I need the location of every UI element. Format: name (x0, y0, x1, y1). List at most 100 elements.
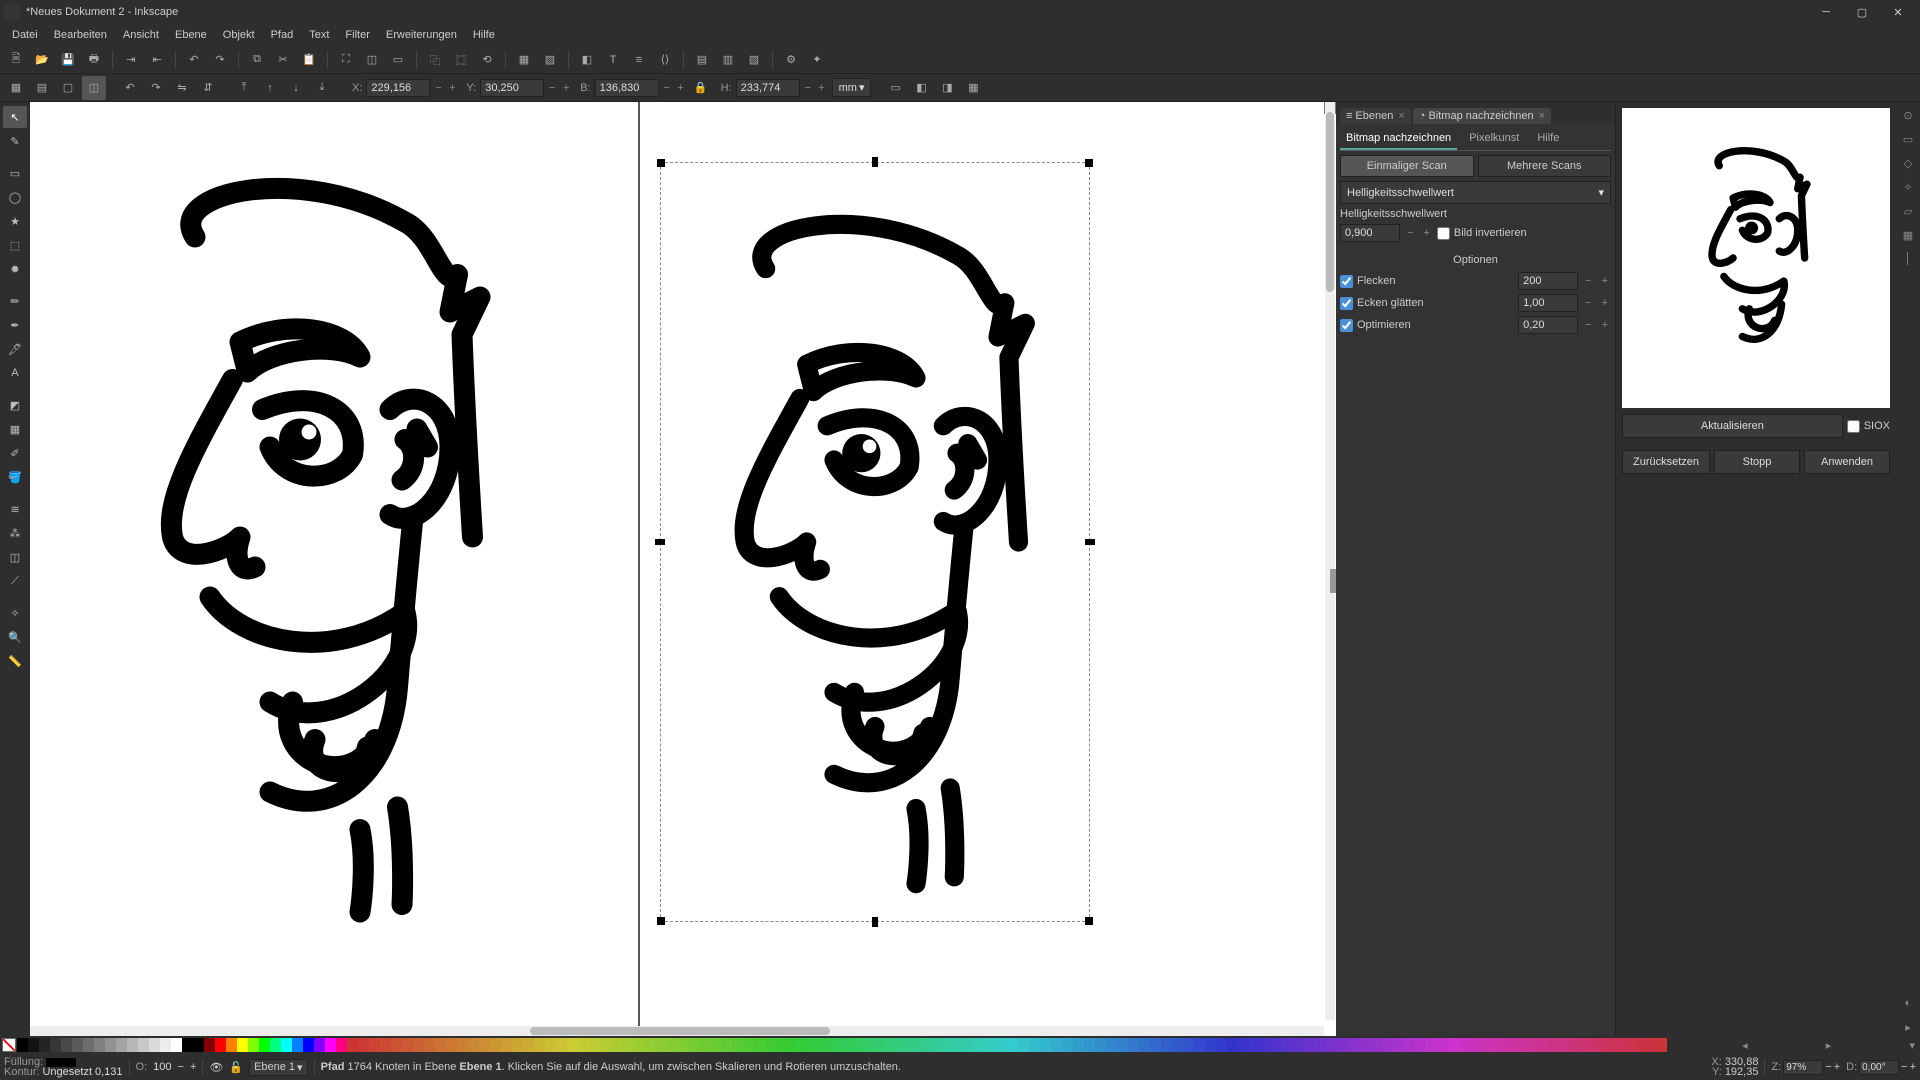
calligraphy-tool-icon[interactable]: 🖊 (3, 338, 27, 360)
color-swatch[interactable] (1051, 1038, 1062, 1052)
open-icon[interactable]: 📂 (30, 48, 54, 72)
tab-trace-bitmap[interactable]: Bitmap nachzeichnen (1340, 128, 1457, 150)
color-swatch[interactable] (105, 1038, 116, 1052)
scale-stroke-icon[interactable]: ▭ (883, 76, 907, 100)
smooth-input[interactable]: 1,00 (1518, 294, 1578, 312)
menu-edit[interactable]: Bearbeiten (46, 26, 115, 44)
update-button[interactable]: Aktualisieren (1622, 414, 1843, 438)
threshold-input[interactable]: 0,900 (1340, 224, 1400, 242)
color-swatch[interactable] (17, 1038, 28, 1052)
color-swatch[interactable] (1524, 1038, 1535, 1052)
y-input[interactable]: 30,250 (480, 79, 544, 97)
color-swatch[interactable] (1260, 1038, 1271, 1052)
threshold-plus[interactable]: + (1420, 227, 1432, 239)
rotate-ccw-icon[interactable]: ↶ (118, 76, 142, 100)
color-swatch[interactable] (820, 1038, 831, 1052)
color-swatch[interactable] (666, 1038, 677, 1052)
spiral-tool-icon[interactable]: ✹ (3, 258, 27, 280)
color-swatch[interactable] (1381, 1038, 1392, 1052)
palette-right-icon[interactable]: ▸ (1823, 1039, 1835, 1052)
maximize-button[interactable]: ▢ (1844, 1, 1880, 23)
color-swatch[interactable] (1623, 1038, 1634, 1052)
selector-tool-icon[interactable]: ↖ (3, 106, 27, 128)
color-swatch[interactable] (1337, 1038, 1348, 1052)
menu-extensions[interactable]: Erweiterungen (378, 26, 465, 44)
color-swatch[interactable] (699, 1038, 710, 1052)
color-swatch[interactable] (677, 1038, 688, 1052)
stroke-value[interactable]: Ungesetzt (42, 1067, 92, 1077)
text-dialog-icon[interactable]: T (601, 48, 625, 72)
transform-dialog-icon[interactable]: ▥ (716, 48, 740, 72)
subtab-single-scan[interactable]: Einmaliger Scan (1340, 155, 1474, 177)
color-swatch[interactable] (391, 1038, 402, 1052)
snap-node-icon[interactable]: ◇ (1899, 154, 1917, 172)
color-swatch[interactable] (281, 1038, 292, 1052)
group-icon[interactable]: ▦ (512, 48, 536, 72)
zoom-tool-icon[interactable]: 🔍 (3, 626, 27, 648)
smooth-minus[interactable]: − (1582, 297, 1594, 309)
duplicate-icon[interactable]: ⿻ (423, 48, 447, 72)
stop-button[interactable]: Stopp (1714, 450, 1800, 474)
color-swatch[interactable] (193, 1038, 204, 1052)
subtab-multi-scan[interactable]: Mehrere Scans (1478, 155, 1612, 177)
color-swatch[interactable] (1458, 1038, 1469, 1052)
color-swatch[interactable] (875, 1038, 886, 1052)
zoom-draw-icon[interactable]: ◫ (360, 48, 384, 72)
x-minus[interactable]: − (432, 82, 444, 94)
node-tool-icon[interactable]: ✎ (3, 130, 27, 152)
original-image[interactable] (90, 142, 540, 932)
color-swatch[interactable] (1601, 1038, 1612, 1052)
color-swatch[interactable] (1271, 1038, 1282, 1052)
minimize-button[interactable]: ─ (1808, 1, 1844, 23)
color-swatch[interactable] (1480, 1038, 1491, 1052)
color-swatch[interactable] (1469, 1038, 1480, 1052)
rect-tool-icon[interactable]: ▭ (3, 162, 27, 184)
color-swatch[interactable] (600, 1038, 611, 1052)
zoom-page-icon[interactable]: ▭ (386, 48, 410, 72)
y-minus[interactable]: − (546, 82, 558, 94)
smooth-checkbox[interactable] (1340, 297, 1353, 310)
sel-handle-tm[interactable] (872, 157, 878, 167)
color-swatch[interactable] (160, 1038, 171, 1052)
dropper-tool-icon[interactable]: ✐ (3, 442, 27, 464)
color-swatch[interactable] (138, 1038, 149, 1052)
color-swatch[interactable] (83, 1038, 94, 1052)
unlink-icon[interactable]: ⟲ (475, 48, 499, 72)
color-swatch[interactable] (479, 1038, 490, 1052)
color-swatch[interactable] (402, 1038, 413, 1052)
optimize-checkbox[interactable] (1340, 319, 1353, 332)
color-swatch[interactable] (369, 1038, 380, 1052)
color-swatch[interactable] (1304, 1038, 1315, 1052)
reset-button[interactable]: Zurücksetzen (1622, 450, 1710, 474)
ellipse-tool-icon[interactable]: ◯ (3, 186, 27, 208)
lower-bottom-icon[interactable]: ⤓ (310, 76, 334, 100)
panel-splitter[interactable] (1330, 569, 1336, 593)
color-swatch[interactable] (1238, 1038, 1249, 1052)
color-swatch[interactable] (490, 1038, 501, 1052)
color-swatch[interactable] (435, 1038, 446, 1052)
xml-dialog-icon[interactable]: ⟨⟩ (653, 48, 677, 72)
color-swatch[interactable] (215, 1038, 226, 1052)
3dbox-tool-icon[interactable]: ⬚ (3, 234, 27, 256)
color-swatch[interactable] (270, 1038, 281, 1052)
color-swatch[interactable] (1073, 1038, 1084, 1052)
sel-handle-bm[interactable] (872, 917, 878, 927)
color-swatch[interactable] (556, 1038, 567, 1052)
color-swatch[interactable] (424, 1038, 435, 1052)
color-swatch[interactable] (336, 1038, 347, 1052)
menu-help[interactable]: Hilfe (465, 26, 503, 44)
unit-select[interactable]: mm▾ (832, 78, 872, 97)
raise-top-icon[interactable]: ⤒ (232, 76, 256, 100)
color-swatch[interactable] (765, 1038, 776, 1052)
threshold-minus[interactable]: − (1404, 227, 1416, 239)
color-swatch[interactable] (39, 1038, 50, 1052)
color-swatch[interactable] (314, 1038, 325, 1052)
menu-text[interactable]: Text (301, 26, 337, 44)
color-swatch[interactable] (545, 1038, 556, 1052)
color-swatch[interactable] (1161, 1038, 1172, 1052)
color-swatch[interactable] (303, 1038, 314, 1052)
layers-dialog-icon[interactable]: ≡ (627, 48, 651, 72)
palette-left-icon[interactable]: ◂ (1739, 1039, 1751, 1052)
color-swatch[interactable] (512, 1038, 523, 1052)
color-swatch[interactable] (787, 1038, 798, 1052)
